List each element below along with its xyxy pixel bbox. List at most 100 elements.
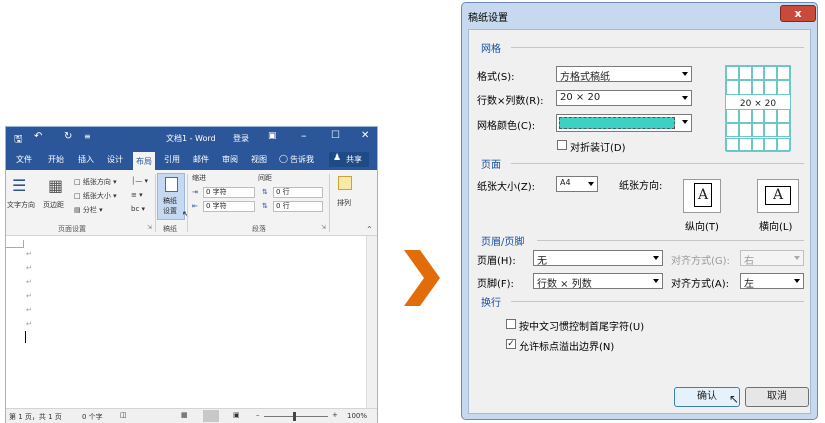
- preview-grid-cell: [751, 80, 765, 95]
- chinese-rules-label: 按中文习惯控制首尾字符(U): [519, 322, 645, 333]
- collapse-ribbon-icon[interactable]: ⌃: [366, 225, 373, 234]
- indent-left-input[interactable]: 0 字符: [203, 187, 255, 198]
- undo-icon[interactable]: ↶: [34, 131, 42, 142]
- dialog-launcher-icon[interactable]: ⇲: [147, 224, 152, 231]
- save-icon[interactable]: 🖫: [14, 132, 23, 149]
- tab-design[interactable]: 设计: [107, 154, 123, 165]
- preview-grid-cell: [738, 137, 752, 152]
- tab-mailings[interactable]: 邮件: [193, 154, 209, 165]
- space-before-input[interactable]: 0 行: [273, 187, 323, 198]
- orientation-button[interactable]: □ 纸张方向 ▾: [74, 177, 117, 187]
- chinese-rules-checkbox[interactable]: [506, 319, 516, 329]
- web-layout-icon[interactable]: ▣: [233, 411, 240, 419]
- punctuation-overflow-checkbox[interactable]: ✓: [506, 339, 516, 349]
- preview-grid-cell: [726, 66, 739, 81]
- close-button[interactable]: x: [780, 5, 816, 22]
- landscape-page-icon: A: [765, 186, 791, 205]
- tab-home[interactable]: 开始: [48, 154, 64, 165]
- manuscript-setup-button[interactable]: 稿纸 设置: [157, 173, 185, 220]
- margins-icon: ▦: [48, 176, 64, 195]
- rows-cols-select[interactable]: 20 × 20: [556, 90, 692, 106]
- tab-insert[interactable]: 插入: [78, 154, 94, 165]
- manuscript-group-label: 稿纸: [163, 225, 177, 233]
- zoom-out-icon[interactable]: –: [256, 411, 260, 419]
- breaks-button[interactable]: │— ▾: [131, 177, 148, 185]
- zoom-slider[interactable]: [264, 416, 328, 417]
- divider: [187, 174, 188, 232]
- header-label: 页眉(H):: [477, 256, 516, 267]
- read-mode-icon[interactable]: ▦: [181, 411, 188, 419]
- document-page[interactable]: ↵ ↵ ↵ ↵ ↵ ↵: [6, 236, 366, 408]
- size-button[interactable]: □ 纸张大小 ▾: [74, 191, 117, 201]
- header-align-value: 右: [744, 256, 754, 266]
- dropdown-arrow-icon: [682, 96, 688, 100]
- margins-button[interactable]: 页边距: [43, 200, 64, 210]
- wrap-section-title: 换行: [481, 298, 501, 309]
- header-align-label: 对齐方式(G):: [671, 256, 730, 267]
- ribbon: ☰ 文字方向 ▦ 页边距 □ 纸张方向 ▾ □ 纸张大小 ▾ ▤ 分栏 ▾ │—…: [6, 170, 377, 236]
- print-layout-icon[interactable]: [203, 410, 219, 422]
- tell-me-box[interactable]: 告诉我: [290, 154, 314, 165]
- hyphenation-button[interactable]: bc ▾: [131, 205, 145, 213]
- paper-size-select[interactable]: A4: [556, 176, 598, 192]
- tab-layout[interactable]: 布局: [133, 152, 155, 170]
- minimize-icon[interactable]: –: [301, 129, 307, 142]
- manuscript-icon: [165, 177, 178, 192]
- zoom-level[interactable]: 100%: [347, 412, 367, 420]
- preview-grid-cell: [726, 137, 739, 152]
- grid-color-swatch: [559, 117, 675, 129]
- columns-button[interactable]: ▤ 分栏 ▾: [74, 205, 103, 215]
- ribbon-display-icon[interactable]: ▣: [268, 131, 277, 141]
- share-button[interactable]: ♟ 共享: [329, 152, 369, 167]
- grid-color-select[interactable]: [556, 114, 692, 132]
- tab-view[interactable]: 视图: [251, 154, 267, 165]
- page-setup-group-label: 页面设置: [58, 225, 86, 233]
- line-numbers-button[interactable]: ≡ ▾: [131, 191, 143, 199]
- tab-review[interactable]: 审阅: [222, 154, 238, 165]
- dialog-title: 稿纸设置: [468, 13, 508, 24]
- preview-grid-cell: [738, 66, 752, 81]
- dialog-launcher-icon[interactable]: ⇲: [321, 224, 326, 231]
- arrange-button[interactable]: 排列: [337, 198, 351, 208]
- preview-grid-cell: [726, 108, 739, 124]
- header-align-select: 右: [740, 250, 804, 266]
- zoom-in-icon[interactable]: +: [332, 411, 338, 419]
- customize-qat-icon[interactable]: ≡: [84, 132, 91, 141]
- word-count[interactable]: 0 个字: [82, 412, 103, 422]
- format-select[interactable]: 方格式稿纸: [556, 66, 692, 82]
- page-count[interactable]: 第 1 页，共 1 页: [9, 412, 62, 422]
- close-icon[interactable]: ✕: [361, 130, 369, 141]
- header-value: 无: [537, 256, 547, 266]
- preview-grid-cell: [764, 123, 778, 138]
- tab-file[interactable]: 文件: [16, 154, 32, 165]
- page-section-title: 页面: [481, 160, 501, 171]
- maximize-icon[interactable]: ☐: [331, 130, 340, 141]
- footer-select[interactable]: 行数 × 列数: [533, 273, 663, 289]
- header-footer-section-title: 页眉/页脚: [481, 237, 525, 248]
- divider: [329, 174, 330, 232]
- rows-cols-label: 行数×列数(R):: [477, 96, 544, 107]
- ribbon-tabs: 文件 开始 插入 设计 布局 引用 邮件 审阅 视图 ◯ 告诉我 ♟ 共享: [6, 149, 377, 170]
- vertical-scrollbar[interactable]: [366, 236, 377, 408]
- preview-grid-cell: [777, 137, 790, 152]
- login-link[interactable]: 登录: [233, 133, 249, 144]
- landscape-option[interactable]: A: [757, 179, 799, 213]
- header-select[interactable]: 无: [533, 250, 663, 266]
- dropdown-arrow-icon: [653, 256, 659, 260]
- space-after-input[interactable]: 0 行: [273, 201, 323, 212]
- footer-align-select[interactable]: 左: [740, 273, 804, 289]
- indent-right-input[interactable]: 0 字符: [203, 201, 255, 212]
- zoom-slider-thumb[interactable]: [293, 412, 296, 421]
- fold-binding-checkbox[interactable]: [557, 140, 567, 150]
- proofing-icon[interactable]: ◫: [120, 411, 127, 419]
- cancel-button[interactable]: 取消: [745, 387, 809, 407]
- text-direction-button[interactable]: 文字方向: [7, 200, 35, 210]
- portrait-option[interactable]: A: [683, 179, 721, 213]
- portrait-label: 纵向(T): [685, 222, 719, 233]
- tab-references[interactable]: 引用: [164, 154, 180, 165]
- portrait-page-icon: A: [694, 183, 712, 207]
- footer-align-value: 左: [744, 279, 754, 289]
- redo-icon[interactable]: ↻: [64, 131, 72, 142]
- preview-grid-cell: [738, 123, 752, 138]
- footer-align-label: 对齐方式(A):: [671, 279, 730, 290]
